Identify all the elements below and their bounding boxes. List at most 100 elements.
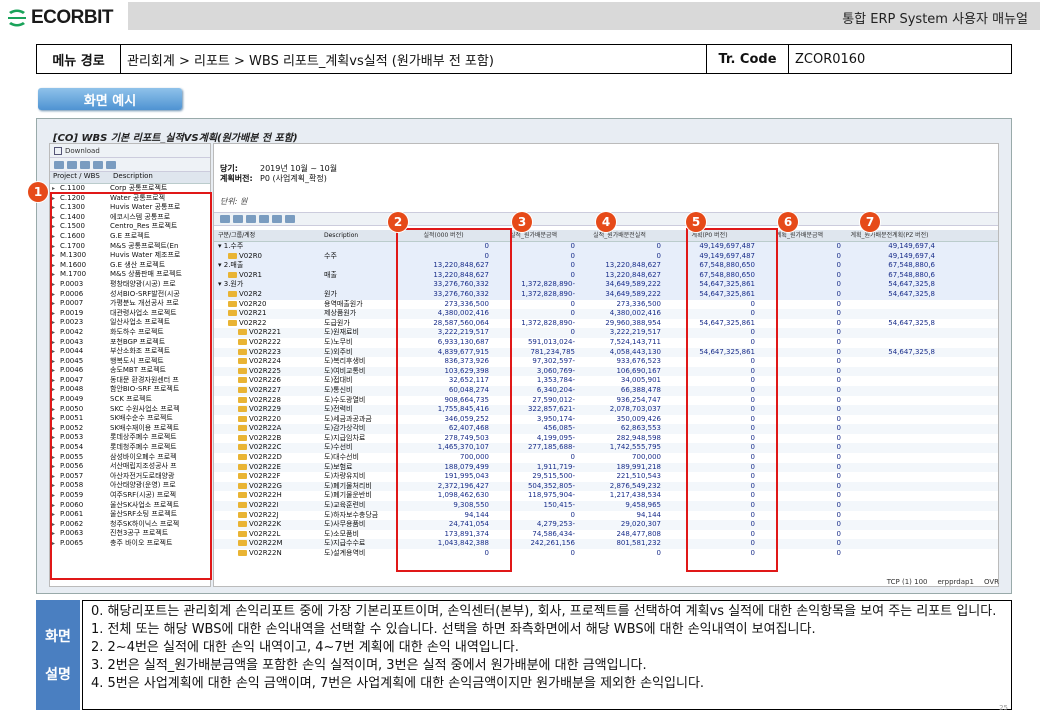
grid-row[interactable]: V02R228 도)수도광열비 908,664,735 27,590,012- 936,… [214,396,998,406]
sum-icon[interactable] [259,215,269,223]
grid-row[interactable]: V02R22G 도)폐기물처리비 2,372,196,427 504,352,805-… [214,481,998,492]
grid-row[interactable]: V02R225 도)여비교통비 103,629,398 3,060,769- 106,6… [214,366,998,377]
grid-row[interactable]: V02R223 도)외주비 4,839,677,915 781,234,785 4,05… [214,347,998,358]
grid-row[interactable]: V02R227 도)통신비 60,048,274 6,340,204- 66,388,4… [214,385,998,396]
description-label-bottom: 설명 [45,667,71,683]
account-text: V02R22F [249,472,281,481]
grid-row[interactable]: V02R22F 도)차량유지비 191,995,043 29,515,500- 221,… [214,472,998,482]
grid-row[interactable]: V02R224 도)복리후생비 836,373,926 97,302,597- 933,… [214,357,998,367]
cell-description: 제상품원가 [324,309,357,318]
cell-description: 도)보험료 [324,462,353,471]
grid-row[interactable]: V02R22L 도)소모품비 173,891,374 74,586,434- 248,4… [214,530,998,540]
grid-row[interactable]: V02R21 제상품원가 4,380,002,416 0 4,380,002,416 0 0 [214,309,998,319]
filter-icon[interactable] [80,160,90,169]
folder-icon [238,463,247,470]
cell-actual-before-allocation: 66,388,478 [620,385,661,394]
cell-plan-before-allocation [844,376,938,386]
grid-row[interactable]: V02R22E 도)보험료 188,079,499 1,911,719- 189,991… [214,462,998,473]
grid-row[interactable]: ▾ 3.원가 33,276,760,332 1,372,828,890- 34,649… [214,280,998,290]
account-text: ▾ 2.매출 [218,261,244,270]
grid-row[interactable]: V02R221 도)원재료비 3,222,219,517 0 3,222,219,517… [214,328,998,338]
badge-4: 4 [596,212,616,232]
cell-description [324,261,398,271]
grid-row[interactable]: V02R22K 도)사무용품비 24,741,054 4,279,253- 29,020… [214,520,998,530]
grid-row[interactable]: V02R226 도)접대비 32,652,117 1,353,784- 34,005,9… [214,376,998,386]
cell-account: V02R223 [214,348,324,358]
download-link[interactable]: Download [65,147,100,155]
logo-text: ECORBIT [31,7,114,28]
cell-description: 도)지급임차료 [324,433,366,442]
cell-plan-before-allocation: 67,548,880,6 [888,270,935,279]
grid-row[interactable]: ▾ 1.수주 0 0 0 49,149,697,487 0 49,149,697,4 [214,242,998,252]
grid-row[interactable]: V02R22I 도)교육훈련비 9,308,550 150,415- 9,458,965… [214,501,998,511]
account-text: V02R21 [239,309,267,318]
cell-description [324,280,398,290]
plan-version-value: P0 (사업계획_확정) [260,174,327,183]
highlight-box-plan [686,228,778,572]
status-server: erpprdap1 [937,578,974,586]
account-text: V02R22C [249,443,282,452]
cell-plan-before-allocation: 49,149,697,4 [888,251,935,260]
cell-plan-before-allocation: 54,647,325,8 [888,289,935,298]
grid-row[interactable]: ▾ 2.매출 13,220,848,627 0 13,220,848,627 67,54… [214,261,998,271]
cell-actual-before-allocation: 3,222,219,517 [609,328,661,337]
layout-icon[interactable] [106,160,116,169]
status-mode: OVR [983,578,999,586]
cell-description: 도)하자보수충당금 [324,510,379,519]
cell-plan-before-allocation [844,338,938,348]
grid-row[interactable]: V02R2 원가 33,276,760,332 1,372,828,890- 34,64… [214,289,998,300]
report-pane: 당기: 2019년 10월 ~ 10월 계획버전: P0 (사업계획_확정) 단위:… [213,143,999,587]
cell-actual-before-allocation: 62,863,553 [620,424,661,433]
grid-row[interactable]: V02R222 도)노무비 6,933,130,687 591,013,024- 7,5… [214,338,998,348]
left-toolbar [50,158,210,172]
cell-description: 도)통신비 [324,385,353,394]
cell-account: V02R21 [214,309,324,319]
grid-row[interactable]: V02R229 도)전력비 1,755,845,416 322,857,621- 2,0… [214,405,998,415]
account-text: V02R222 [249,337,281,346]
grid-row[interactable]: V02R22H 도)폐기물운반비 1,098,462,630 118,975,904-… [214,491,998,501]
folder-icon [238,511,247,518]
cell-account: V02R225 [214,367,324,377]
cell-plan-before-allocation [844,405,938,415]
expand-all-icon[interactable] [220,215,230,223]
grid-row[interactable]: V02R22D 도)대수선비 700,000 0 700,000 0 0 [214,453,998,463]
menu-path-value: 관리회계 > 리포트 > WBS 리포트_계획vs실적 (원가배부 전 포함) [121,45,707,73]
col-actual-before-allocation: 실적_원가배분전실적 [593,232,646,239]
description-line: 4. 5번은 사업계획에 대한 손익 금액이며, 7번은 사업계획에 대한 손익… [91,676,705,691]
layout-icon[interactable] [285,215,295,223]
account-text: V02R22J [249,510,279,519]
grid-row[interactable]: V02R22 도급원가 28,587,560,064 1,372,828,890- 29… [214,319,998,329]
grid-row[interactable]: V02R0 수주 0 0 0 49,149,697,487 0 49,149,697,4 [214,251,998,262]
grid-row[interactable]: V02R22C 도)수선비 1,465,370,107 277,185,688- 1,7… [214,443,998,454]
cell-description: 매출 [324,270,337,279]
grid-row[interactable]: V02R22B 도)지급임차료 278,749,503 4,199,095- 282,9… [214,434,998,444]
grid-row[interactable]: V02R22A 도)감가상각비 62,407,468 456,085- 62,863,5… [214,424,998,434]
period-value: 2019년 10월 ~ 10월 [260,164,338,173]
grid-row[interactable]: V02R20 용역매출원가 273,336,500 0 273,336,500 0 0 [214,300,998,310]
description-line: 1. 전체 또는 해당 WBS에 대한 손익내역을 선택할 수 있습니다. 선택… [91,622,816,637]
expand-icon[interactable] [54,160,64,169]
account-text: V02R22M [249,539,283,548]
grid-row[interactable]: V02R22J 도)하자보수충당금 94,144 0 94,144 0 0 [214,511,998,521]
cell-plan-before-allocation [844,309,938,319]
menu-path-label: 메뉴 경로 [37,45,121,73]
sort-icon[interactable] [93,160,103,169]
cell-actual-before-allocation: 34,649,589,222 [605,289,661,298]
grid-row[interactable]: V02R22N 도)설계용역비 0 0 0 0 0 [214,549,998,559]
cell-account: V02R0 [214,252,324,262]
grid-row[interactable]: V02R22M 도)지급수수료 1,043,842,388 242,261,156 80… [214,539,998,549]
export-icon[interactable] [272,215,282,223]
folder-icon [238,329,247,336]
description-box: 0. 해당리포트는 관리회계 손익리포트 중에 가장 기본리포트이며, 손익센터… [82,600,1012,710]
cell-actual-before-allocation: 7,524,143,711 [609,337,661,346]
account-text: V02R22H [249,491,282,500]
grid-row[interactable]: V02R1 매출 13,220,848,627 0 13,220,848,627 67,5… [214,270,998,281]
cell-actual-before-allocation: 1,742,555,795 [609,443,661,452]
filter-icon[interactable] [246,215,256,223]
collapse-icon[interactable] [67,160,77,169]
cell-description: 원가 [324,289,337,298]
document-title: 통합 ERP System 사용자 매뉴얼 [842,12,1028,27]
collapse-all-icon[interactable] [233,215,243,223]
grid-row[interactable]: V02R220 도)세금과공과금 346,059,252 3,950,174- 350,… [214,415,998,425]
account-text: V02R22L [249,529,281,538]
